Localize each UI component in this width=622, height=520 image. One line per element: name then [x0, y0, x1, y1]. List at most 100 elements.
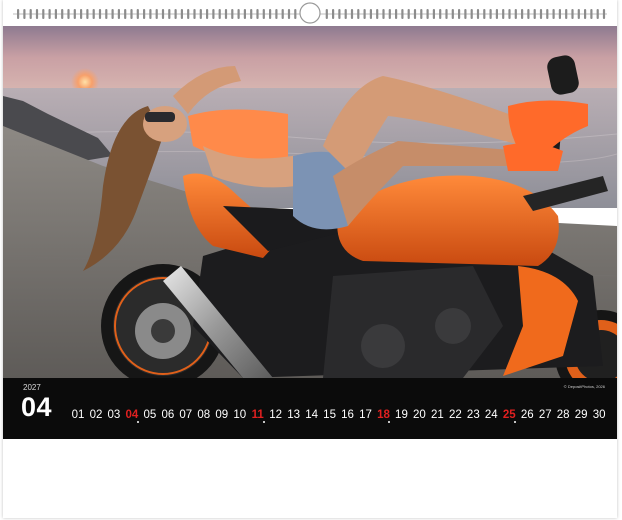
day-02: 02 [89, 409, 103, 421]
binding-coil [432, 9, 435, 19]
binding-coil [54, 9, 57, 19]
day-list: 01 02 03 04 05 06 07 08 09 10 11 12 13 14 15 16 17 18 19 20… [70, 409, 606, 425]
day-19: 19 [395, 409, 408, 421]
motorcycle-photo [3, 26, 617, 378]
hanger-hook-icon [299, 2, 321, 24]
binding-coil [61, 9, 64, 19]
binding-coil [243, 9, 246, 19]
binding-coil [143, 9, 146, 19]
binding-coil [458, 9, 461, 19]
binding-coil [401, 9, 404, 19]
day-10: 10 [233, 409, 247, 421]
binding-coil [281, 9, 284, 19]
day-27: 27 [538, 409, 552, 421]
binding-coil [48, 9, 51, 19]
binding-coil [23, 9, 26, 19]
binding-coil [420, 9, 423, 19]
day-20: 20 [413, 409, 426, 421]
binding-coil [363, 9, 366, 19]
binding-coil [395, 9, 398, 19]
binding-coil [584, 9, 587, 19]
binding-coil [212, 9, 215, 19]
day-07: 07 [179, 409, 193, 421]
binding-coil [502, 9, 505, 19]
binding-coil [262, 9, 265, 19]
month-number: 04 [21, 392, 53, 422]
binding-coil [376, 9, 379, 19]
binding-coil [577, 9, 580, 19]
binding-coil [470, 9, 473, 19]
binding-wire-icon [13, 2, 607, 24]
binding-coil [237, 9, 240, 19]
binding-coil [287, 9, 291, 19]
binding-coil [180, 9, 183, 19]
binding-coil [489, 9, 492, 19]
binding-coil [98, 9, 102, 19]
day-05: 05 [143, 409, 157, 421]
day-23: 23 [466, 409, 480, 421]
binding-coil [495, 9, 498, 19]
binding-coil [439, 9, 442, 19]
binding-coil [590, 9, 593, 19]
day-21: 21 [430, 409, 444, 421]
binding-coil [174, 9, 177, 19]
binding-coil [451, 9, 454, 19]
holiday-marker-icon [262, 421, 265, 423]
binding-coil [464, 9, 467, 19]
date-strip: 2027 © DepositPhotos, 2026 04 01 02 03 04 05… [3, 378, 617, 439]
binding-coil [231, 9, 234, 19]
day-24: 24 [484, 409, 498, 421]
binding-coil [35, 9, 39, 19]
day-15: 15 [323, 409, 336, 421]
binding-coil [357, 9, 360, 19]
day-16: 16 [341, 409, 354, 421]
day-18: 18 [377, 409, 391, 423]
binding-coil [117, 9, 120, 19]
day-30: 30 [592, 409, 606, 421]
photo-copyright: © DepositPhotos, 2026 [563, 384, 605, 389]
binding-coil [17, 9, 20, 19]
day-28: 28 [556, 409, 570, 421]
binding-coil [73, 9, 76, 19]
day-11: 11 [251, 409, 265, 423]
binding-coil [250, 9, 253, 19]
binding-coil [130, 9, 133, 19]
day-08: 08 [197, 409, 211, 421]
day-22: 22 [448, 409, 462, 421]
binding-coil [275, 9, 278, 19]
binding-coil [193, 9, 196, 19]
binding-coil [350, 9, 354, 19]
binding-coil [161, 9, 165, 19]
binding-coil [388, 9, 391, 19]
binding-coil [149, 9, 152, 19]
binding-coil [29, 9, 32, 19]
wall-calendar: 2027 © DepositPhotos, 2026 04 01 02 03 04 05… [3, 0, 617, 518]
binding-coil [42, 9, 45, 19]
binding-coil [294, 9, 297, 19]
binding-coil [596, 9, 599, 19]
binding-coil [136, 9, 139, 19]
day-29: 29 [574, 409, 588, 421]
binding-coil [111, 9, 114, 19]
day-13: 13 [287, 409, 301, 421]
binding-coil [325, 9, 328, 19]
binding-coil [124, 9, 127, 19]
binding-coil [527, 9, 530, 19]
day-17: 17 [359, 409, 372, 421]
spiral-binding [3, 0, 617, 26]
binding-coil [508, 9, 511, 19]
holiday-marker-icon [388, 421, 391, 423]
binding-coil [168, 9, 171, 19]
day-06: 06 [161, 409, 175, 421]
day-03: 03 [107, 409, 121, 421]
day-04: 04 [125, 409, 139, 423]
day-12: 12 [269, 409, 283, 421]
binding-coil [80, 9, 83, 19]
binding-coil [533, 9, 536, 19]
binding-coil [382, 9, 385, 19]
binding-coil [483, 9, 486, 19]
binding-coil [514, 9, 517, 19]
binding-coil [558, 9, 561, 19]
holiday-marker-icon [514, 421, 517, 423]
binding-coil [256, 9, 259, 19]
